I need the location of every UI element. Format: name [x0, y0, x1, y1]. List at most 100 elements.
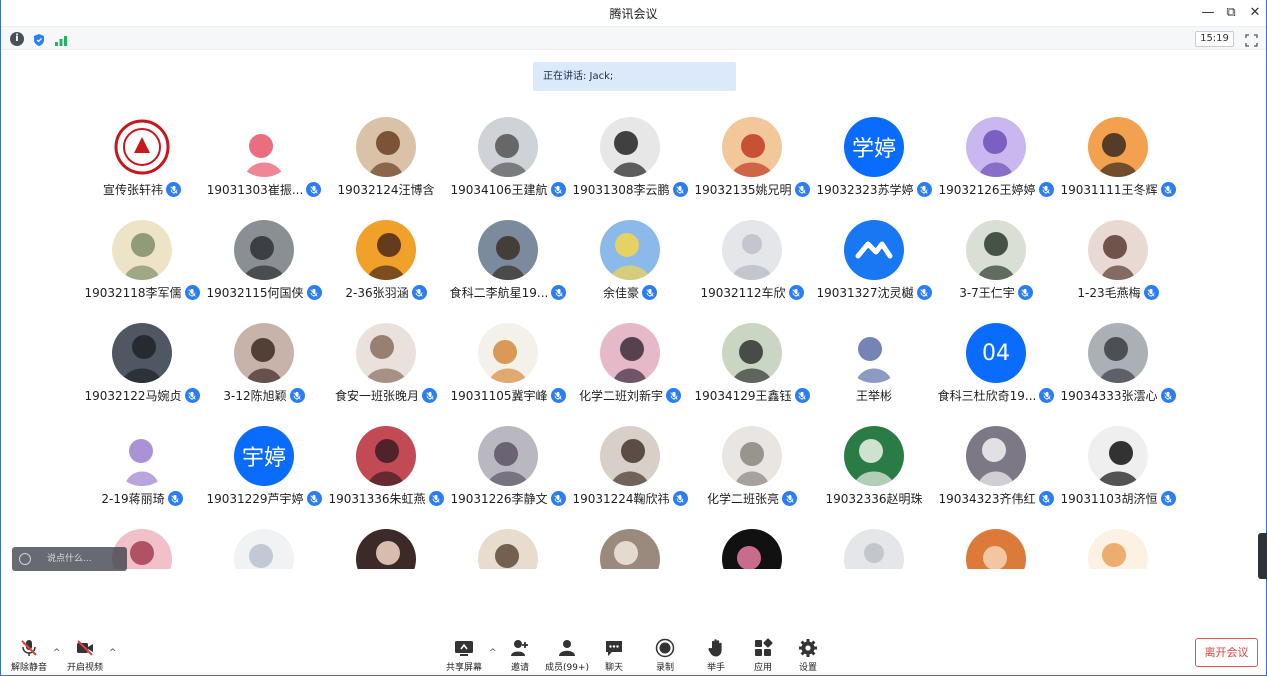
invite-button[interactable]: 邀请	[497, 638, 543, 674]
participant-tile[interactable]	[691, 529, 813, 569]
participant-tile[interactable]: 食科二李航星19...	[447, 220, 569, 315]
mic-muted-icon	[1039, 388, 1055, 403]
participant-name-row: 19031308李云鹏	[569, 181, 691, 198]
participant-tile[interactable]: 学婷 19032323苏学婷	[813, 117, 935, 212]
participant-tile[interactable]: 宇婷 19031229芦宇婷	[203, 426, 325, 521]
participant-tile[interactable]: 19032126王婷婷	[935, 117, 1057, 212]
video-label: 开启视频	[66, 663, 103, 673]
participant-tile[interactable]: 19031308李云鹏	[569, 117, 691, 212]
participant-name: 19031308李云鹏	[572, 183, 670, 197]
avatar	[844, 529, 904, 569]
participant-tile[interactable]: 19031336朱虹燕	[325, 426, 447, 521]
participant-tile[interactable]: 2-36张羽涵	[325, 220, 447, 315]
share-options-caret[interactable]: ^	[489, 648, 497, 658]
participant-name: 19031303崔振...	[206, 183, 304, 197]
meeting-window: 腾讯会议 — ⧉ ✕ i 15:19 正在讲话: Jack; 宣传张轩祎 190…	[0, 0, 1267, 676]
participant-tile[interactable]: 19031105冀宇峰	[447, 323, 569, 418]
participant-name-row: 19032323苏学婷	[813, 181, 935, 198]
participant-tile[interactable]: 19031224鞠欣祎	[569, 426, 691, 521]
participant-tile[interactable]: 1-23毛燕梅	[1057, 220, 1179, 315]
participant-name: 食科三杜欣奇19...	[937, 389, 1037, 403]
share-label: 共享屏幕	[445, 663, 482, 673]
participant-tile[interactable]: 19032115何国侠	[203, 220, 325, 315]
participant-tile[interactable]: 19034129王鑫钰	[691, 323, 813, 418]
participant-tile[interactable]: 宣传张轩祎	[81, 117, 203, 212]
participant-tile[interactable]: 3-12陈旭颖	[203, 323, 325, 418]
avatar	[234, 220, 294, 280]
settings-button[interactable]: 设置	[785, 638, 831, 674]
participant-tile[interactable]: 3-7王仁宇	[935, 220, 1057, 315]
avatar	[600, 117, 660, 177]
participant-tile[interactable]: 19032118李军儒	[81, 220, 203, 315]
audio-options-caret[interactable]: ^	[53, 648, 61, 658]
participant-name-row: 19031105冀宇峰	[447, 387, 569, 404]
emoji-icon[interactable]	[19, 553, 31, 565]
participant-tile[interactable]: 食安一班张晚月	[325, 323, 447, 418]
raise-hand-button[interactable]: 举手	[693, 638, 739, 674]
avatar	[844, 220, 904, 280]
participant-tile[interactable]: 19032112车欣	[691, 220, 813, 315]
members-button[interactable]: 成员(99+)	[544, 638, 590, 674]
participant-tile[interactable]	[203, 529, 325, 569]
video-options-caret[interactable]: ^	[109, 648, 117, 658]
mic-muted-icon	[166, 182, 181, 197]
participant-tile[interactable]: 19034106王建航	[447, 117, 569, 212]
minimize-button[interactable]: —	[1198, 3, 1218, 23]
participant-tile[interactable]	[325, 529, 447, 569]
participant-name: 19032124汪博含	[337, 183, 435, 197]
participant-name: 19032112车欣	[700, 286, 786, 300]
mic-muted-icon	[550, 388, 566, 403]
participant-tile[interactable]: 化学二班刘新宇	[569, 323, 691, 418]
participant-tile[interactable]: 19031103胡济恒	[1057, 426, 1179, 521]
hand-icon	[708, 639, 722, 657]
participant-tile[interactable]: 19034333张澐心	[1057, 323, 1179, 418]
participant-tile[interactable]: 19032124汪博含	[325, 117, 447, 212]
chat-quick-input[interactable]: 说点什么...	[12, 547, 127, 571]
info-icon[interactable]: i	[10, 32, 24, 46]
avatar	[356, 323, 416, 383]
apps-button[interactable]: 应用	[740, 638, 786, 674]
restore-button[interactable]: ⧉	[1221, 3, 1241, 23]
participant-tile[interactable]: 余佳豪	[569, 220, 691, 315]
record-button[interactable]: 录制	[642, 638, 688, 674]
participant-name-row: 1-23毛燕梅	[1057, 284, 1179, 301]
close-button[interactable]: ✕	[1245, 3, 1265, 23]
participant-tile[interactable]: 19031303崔振...	[203, 117, 325, 212]
participant-name-row: 19031103胡济恒	[1057, 490, 1179, 507]
participant-tile[interactable]: 化学二班张亮	[691, 426, 813, 521]
participant-tile[interactable]: 王举彬	[813, 323, 935, 418]
shield-icon[interactable]	[32, 32, 46, 46]
participant-tile[interactable]: 04 食科三杜欣奇19...	[935, 323, 1057, 418]
mic-muted-icon	[167, 491, 183, 506]
fullscreen-icon[interactable]	[1245, 32, 1258, 47]
side-panel-tab[interactable]	[1258, 533, 1267, 579]
unmute-button[interactable]: 解除静音	[6, 638, 52, 674]
signal-icon[interactable]	[54, 32, 68, 46]
start-video-button[interactable]: 开启视频	[62, 638, 108, 674]
participant-name-row: 2-19蒋丽琦	[81, 490, 203, 507]
share-screen-button[interactable]: 共享屏幕	[441, 638, 487, 674]
participant-tile[interactable]: 19032122马婉贞	[81, 323, 203, 418]
info-bar: i 15:19	[1, 26, 1266, 50]
participant-tile[interactable]	[569, 529, 691, 569]
participant-tile[interactable]: 19034323齐伟红	[935, 426, 1057, 521]
participant-tile[interactable]	[447, 529, 569, 569]
participant-tile[interactable]	[935, 529, 1057, 569]
participant-tile[interactable]	[1057, 529, 1179, 569]
participant-tile[interactable]	[813, 529, 935, 569]
leave-meeting-button[interactable]: 离开会议	[1195, 638, 1258, 667]
mic-muted-icon	[306, 285, 322, 300]
participant-tile[interactable]: 19031327沈灵樾	[813, 220, 935, 315]
participant-tile[interactable]: 2-19蒋丽琦	[81, 426, 203, 521]
avatar	[478, 426, 538, 486]
participant-tile[interactable]: 19031226李静文	[447, 426, 569, 521]
participant-tile[interactable]: 19031111王冬辉	[1057, 117, 1179, 212]
avatar	[966, 529, 1026, 569]
title-bar: 腾讯会议 — ⧉ ✕	[1, 0, 1266, 26]
chat-button[interactable]: 聊天	[591, 638, 637, 674]
participant-name: 19031103胡济恒	[1060, 492, 1158, 506]
participant-tile[interactable]: 19032135姚兄明	[691, 117, 813, 212]
participant-tile[interactable]: 19032336赵明珠	[813, 426, 935, 521]
participant-name: 19031111王冬辉	[1060, 183, 1158, 197]
participant-name-row: 19034106王建航	[447, 181, 569, 198]
